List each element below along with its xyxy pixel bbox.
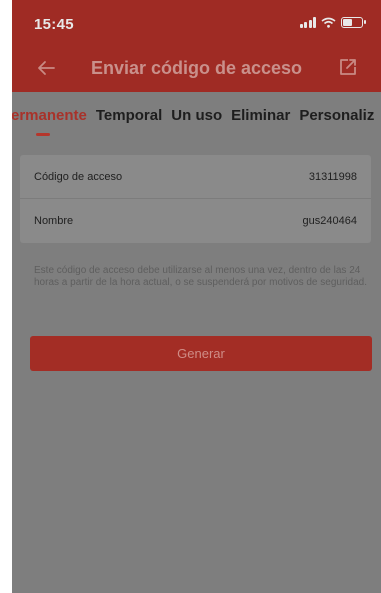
status-icons xyxy=(299,17,366,28)
tab-temporal[interactable]: Temporal xyxy=(95,107,162,124)
nav-bar: Enviar código de acceso xyxy=(12,46,381,90)
tab-bar: Permanente Temporal Un uso Eliminar Pers… xyxy=(12,92,381,138)
tab-label: Temporal xyxy=(95,106,163,124)
signal-icon xyxy=(299,17,316,28)
tab-un-uso[interactable]: Un uso xyxy=(170,107,222,124)
tab-label: Personaliz xyxy=(299,106,375,124)
tab-label: Permanente xyxy=(12,106,87,124)
header: 15:45 Enviar código de acceso xyxy=(12,0,381,92)
tab-eliminar[interactable]: Eliminar xyxy=(230,107,290,124)
access-code-label: Código de acceso xyxy=(34,171,123,183)
tab-label: Eliminar xyxy=(231,106,291,124)
access-code-form: Código de acceso 31311998 Nombre gus2404… xyxy=(20,155,371,243)
access-code-row[interactable]: Código de acceso 31311998 xyxy=(20,155,371,199)
wifi-icon xyxy=(321,17,336,28)
name-label: Nombre xyxy=(34,215,74,227)
tab-permanente[interactable]: Permanente xyxy=(12,106,87,136)
info-note: Este código de acceso debe utilizarse al… xyxy=(34,265,367,288)
share-button[interactable] xyxy=(337,56,361,80)
tab-label: Un uso xyxy=(171,106,223,124)
tab-personalizada[interactable]: Personaliz xyxy=(298,107,374,124)
name-value[interactable]: gus240464 xyxy=(303,215,357,227)
status-time: 15:45 xyxy=(34,16,74,33)
access-code-value[interactable]: 31311998 xyxy=(309,171,357,183)
share-icon xyxy=(340,59,356,75)
app-screen: 15:45 Enviar código de acceso ermanente … xyxy=(12,0,381,593)
status-bar: 15:45 xyxy=(12,0,381,46)
tab-active-indicator xyxy=(36,132,51,136)
battery-icon xyxy=(341,17,366,28)
name-row[interactable]: Nombre gus240464 xyxy=(20,199,371,243)
generate-button[interactable]: Generar xyxy=(30,336,372,371)
page-title: Enviar código de acceso xyxy=(90,58,303,78)
